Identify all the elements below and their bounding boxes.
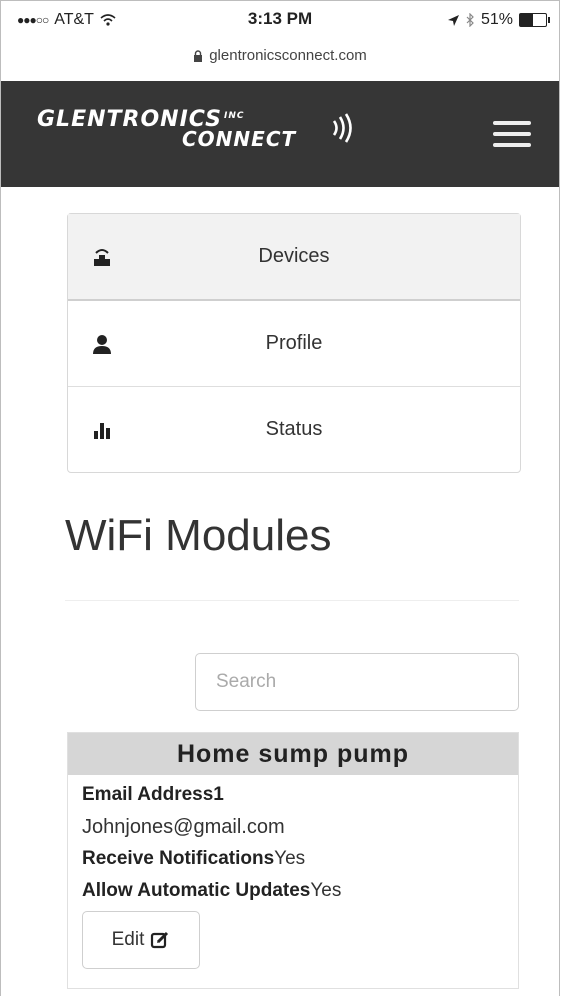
email-value: Johnjones@gmail.com (82, 816, 285, 838)
battery-percent: 51% (480, 11, 513, 28)
updates-label: Allow Automatic Updates (82, 880, 311, 901)
nav-label-profile: Profile (265, 332, 323, 354)
status-bar: ●●●○○ AT&T 3:13 PM 51% (1, 1, 559, 39)
wireless-signal-icon (332, 113, 352, 143)
phone-screen: ●●●○○ AT&T 3:13 PM 51% glentronicsconnec… (0, 0, 560, 996)
brand-logo[interactable]: GLENTRONICS INC CONNECT (37, 109, 352, 151)
edit-button-label: Edit (111, 929, 145, 950)
page-title: WiFi Modules (65, 511, 332, 560)
edit-button[interactable]: Edit (82, 911, 200, 969)
module-details: Email Address1 Johnjones@gmail.com Recei… (68, 775, 518, 973)
nav-list: Devices Profile Status (67, 213, 521, 473)
email-label: Email Address1 (82, 784, 224, 805)
app-header: GLENTRONICS INC CONNECT (1, 81, 559, 187)
battery-icon (519, 13, 550, 27)
bluetooth-icon (466, 13, 474, 27)
module-name: Home sump pump (68, 733, 518, 775)
nav-item-profile[interactable]: Profile (68, 301, 520, 387)
title-divider (65, 600, 519, 601)
router-icon (94, 248, 110, 266)
logo-inc-text: INC (223, 110, 245, 121)
location-arrow-icon (447, 14, 459, 26)
edit-icon (151, 931, 169, 949)
bar-chart-icon (94, 422, 110, 439)
address-bar[interactable]: glentronicsconnect.com (1, 39, 559, 79)
search-input[interactable] (195, 653, 519, 711)
nav-item-status[interactable]: Status (68, 387, 520, 472)
logo-sub-text: CONNECT (182, 127, 297, 151)
nav-item-devices[interactable]: Devices (68, 214, 520, 301)
lock-icon (194, 49, 203, 62)
notifications-value: Yes (274, 848, 306, 869)
battery-fill (520, 14, 534, 26)
status-right: 51% (447, 11, 550, 29)
url-text: glentronicsconnect.com (209, 47, 367, 64)
menu-toggle-icon[interactable] (493, 121, 531, 154)
notifications-label: Receive Notifications (82, 848, 275, 869)
nav-label-status: Status (265, 418, 323, 440)
module-card: Home sump pump Email Address1 Johnjones@… (67, 732, 519, 989)
user-icon (93, 334, 111, 354)
nav-label-devices: Devices (258, 245, 330, 267)
updates-value: Yes (310, 880, 342, 901)
